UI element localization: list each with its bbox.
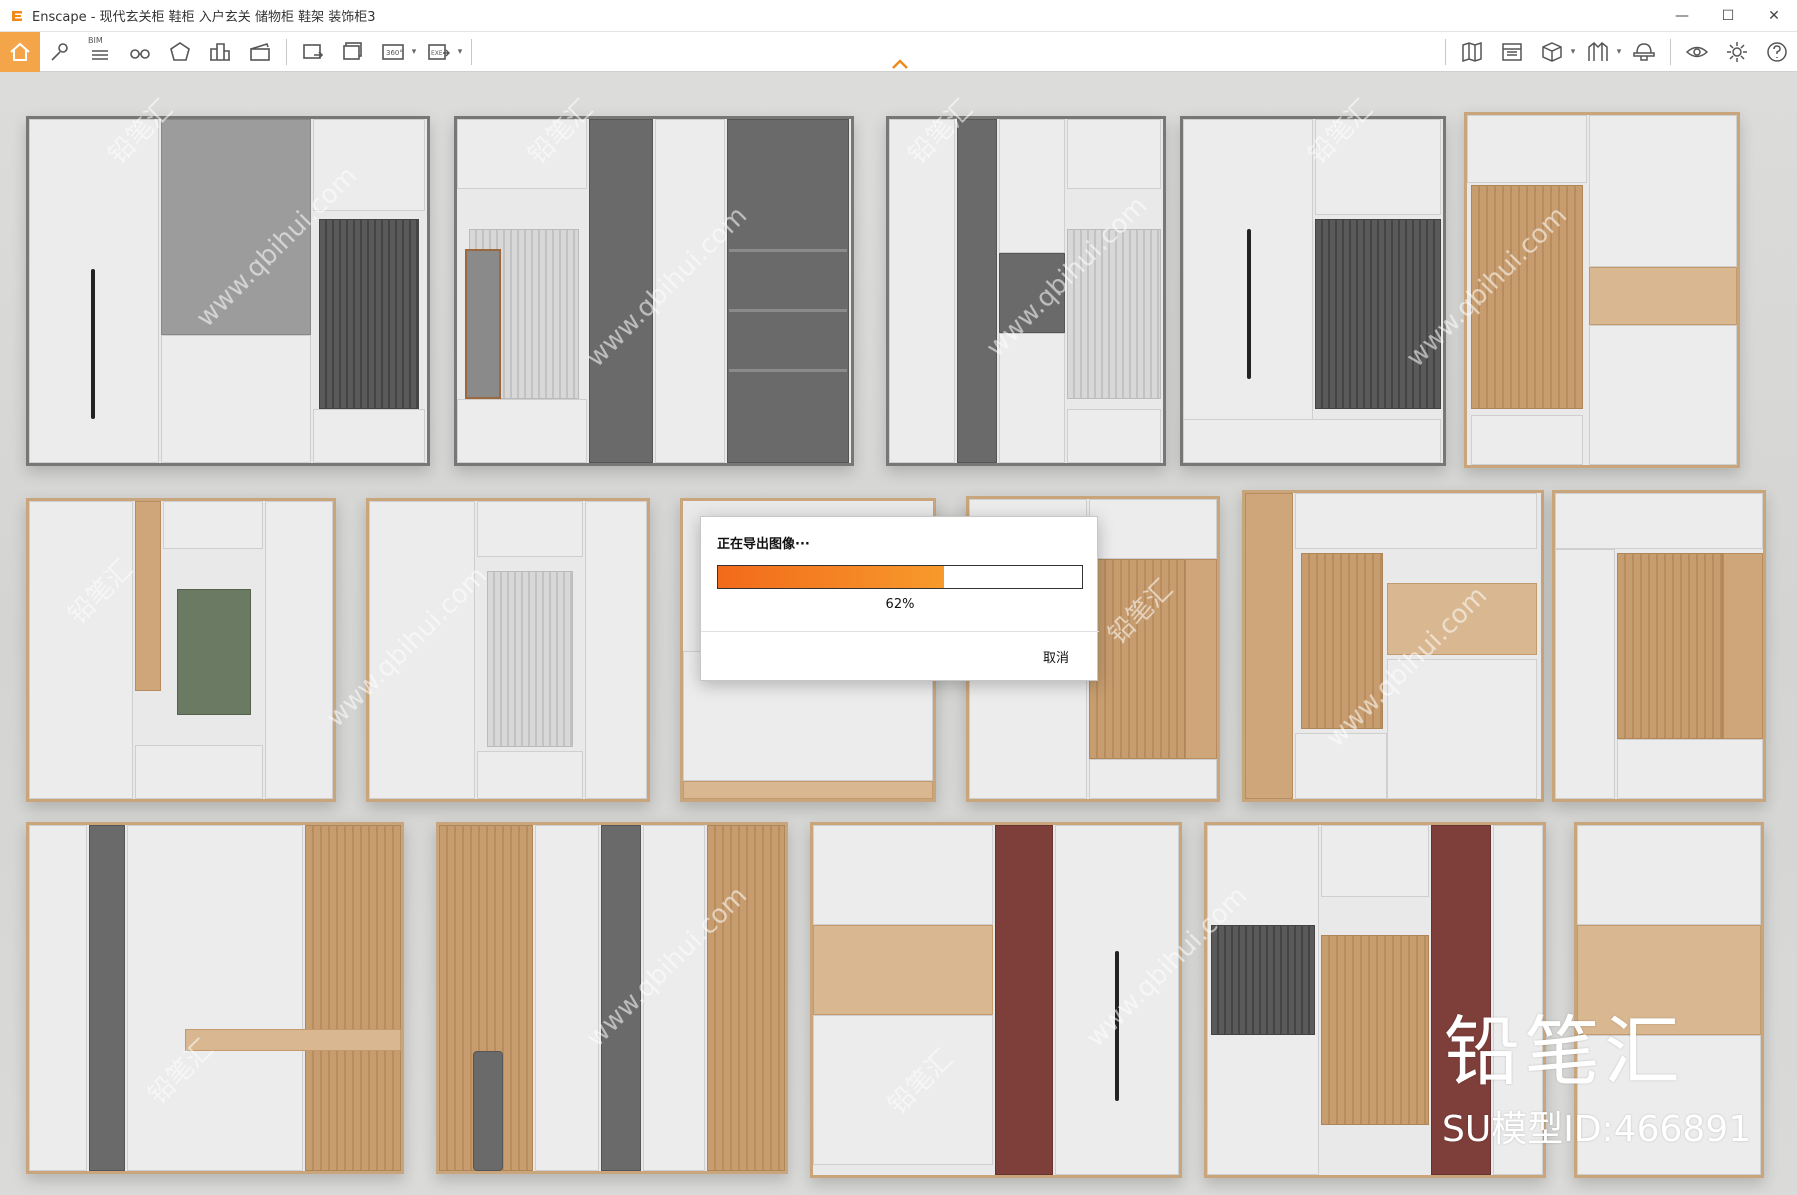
asset-library-button[interactable] — [1492, 32, 1532, 72]
cabinet-model — [26, 116, 430, 466]
panorama-360-icon: 360° — [382, 43, 404, 60]
asset-library-icon — [1502, 42, 1522, 61]
bim-button[interactable]: BIM — [80, 32, 120, 72]
hat-button[interactable] — [1624, 32, 1664, 72]
cancel-button[interactable]: 取消 — [1043, 647, 1069, 666]
gear-icon — [1727, 41, 1747, 62]
clapper-icon — [250, 42, 270, 61]
batch-render-icon — [343, 41, 362, 60]
cabinet-model — [454, 116, 854, 466]
maximize-button[interactable]: ☐ — [1705, 0, 1751, 32]
home-icon — [10, 42, 30, 61]
cube-view-icon — [1542, 41, 1562, 62]
help-button[interactable] — [1757, 32, 1797, 72]
export-progress-bar — [717, 565, 1083, 589]
toolbar-separator — [1445, 38, 1446, 65]
map-pin-icon — [51, 42, 68, 61]
perspective-icon — [170, 41, 190, 61]
visual-settings-icon — [1685, 46, 1709, 57]
batch-render-button[interactable] — [333, 32, 373, 72]
exe-export-button[interactable]: EXE — [419, 32, 459, 72]
material-editor-button[interactable] — [1578, 32, 1618, 72]
video-editor-button[interactable] — [240, 32, 280, 72]
collapse-toolbar-icon[interactable] — [891, 58, 909, 70]
toolbar-separator — [286, 38, 287, 65]
exe-label: EXE — [431, 50, 443, 57]
screenshot-icon — [303, 43, 324, 59]
window-title: Enscape - 现代玄关柜 鞋柜 入户玄关 储物柜 鞋架 装饰柜3 — [32, 10, 376, 25]
walk-mode-button[interactable] — [120, 32, 160, 72]
toolbar-separator — [1670, 38, 1671, 65]
cabinet-model — [886, 116, 1166, 466]
cabinet-model — [1552, 490, 1766, 802]
cabinet-model — [436, 822, 788, 1174]
binoculars-icon — [130, 48, 150, 59]
hat-icon — [1633, 42, 1655, 61]
cabinet-model — [1242, 490, 1544, 802]
cabinet-model — [366, 498, 650, 802]
views-button[interactable] — [1532, 32, 1572, 72]
screenshot-button[interactable] — [293, 32, 333, 72]
bim-label: BIM — [88, 35, 103, 45]
enscape-window: Enscape - 现代玄关柜 鞋柜 入户玄关 储物柜 鞋架 装饰柜3 — ☐ … — [0, 0, 1797, 1195]
visual-settings-button[interactable] — [1677, 32, 1717, 72]
panorama-button[interactable]: 360° — [373, 32, 413, 72]
progress-percent: 62% — [885, 597, 915, 612]
watermark-model-id: SU模型ID:466891 — [1442, 1109, 1752, 1150]
dialog-title: 正在导出图像··· — [717, 537, 810, 552]
buildings-button[interactable] — [200, 32, 240, 72]
dialog-divider — [701, 631, 1099, 632]
location-button[interactable] — [40, 32, 80, 72]
cabinet-model — [810, 822, 1182, 1178]
map-icon — [1462, 41, 1482, 62]
toolbar-separator — [471, 38, 472, 65]
close-button[interactable]: ✕ — [1751, 0, 1797, 32]
minimize-button[interactable]: — — [1659, 0, 1705, 32]
cabinet-model — [26, 822, 404, 1174]
buildings-icon — [210, 42, 230, 61]
cabinet-model — [1180, 116, 1446, 466]
export-progress-dialog: 正在导出图像··· 62% 取消 — [700, 516, 1099, 681]
map-button[interactable] — [1452, 32, 1492, 72]
cabinet-model — [26, 498, 336, 802]
watermark-logo: 铅笔汇 — [1444, 1007, 1684, 1096]
cabinet-model — [1464, 112, 1740, 468]
help-icon — [1767, 41, 1787, 62]
window-controls: — ☐ ✕ — [1659, 0, 1797, 32]
settings-button[interactable] — [1717, 32, 1757, 72]
perspective-button[interactable] — [160, 32, 200, 72]
enscape-logo-icon — [8, 7, 26, 25]
home-button[interactable] — [0, 31, 40, 72]
exe-export-icon: EXE — [428, 43, 450, 60]
panorama-label: 360° — [386, 49, 403, 57]
progress-fill — [718, 566, 944, 588]
title-bar: Enscape - 现代玄关柜 鞋柜 入户玄关 储物柜 鞋架 装饰柜3 — ☐ … — [0, 0, 1797, 32]
material-icon — [1588, 41, 1608, 61]
